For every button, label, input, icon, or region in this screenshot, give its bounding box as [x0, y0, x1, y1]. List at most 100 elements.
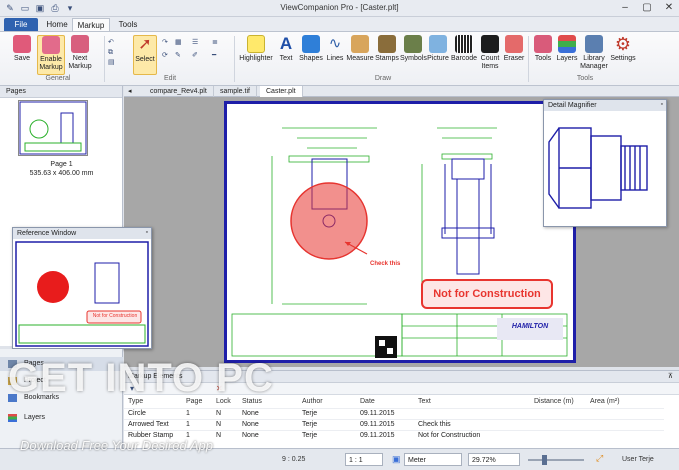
doc-tab[interactable]: sample.tif [214, 86, 257, 97]
table-cell: Terje [302, 421, 318, 428]
arrange-icon[interactable]: ≣ [212, 38, 234, 47]
doc-tab-active[interactable]: Caster.plt [260, 86, 303, 97]
text-button[interactable]: A Text [274, 35, 298, 75]
tools-button[interactable]: Tools [532, 35, 554, 75]
library-manager-button[interactable]: Library Manager [580, 35, 608, 75]
enable-markup-icon [42, 36, 60, 54]
reference-window[interactable]: Reference Window ▫ Not for Construction [12, 227, 152, 349]
reference-window-title: Reference Window [13, 228, 151, 239]
zoom-select[interactable]: 29.72% [468, 453, 520, 466]
doc-tab[interactable]: compare_Rev4.plt [144, 86, 214, 97]
close-icon[interactable]: ▫ [661, 101, 663, 108]
column-header[interactable]: Text [418, 397, 532, 407]
minimize-icon[interactable]: – [619, 1, 631, 14]
watermark-subtitle: Download Free Your Desired App [20, 438, 213, 453]
line-style-icon[interactable]: ☰ [192, 38, 214, 47]
next-markup-label-1: Next [72, 55, 88, 62]
next-markup-icon [71, 35, 89, 53]
highlighter-label: Highlighter [239, 55, 273, 62]
table-cell: Terje [302, 432, 318, 439]
close-icon[interactable]: ✕ [663, 1, 675, 14]
stamp-icon [378, 35, 396, 53]
text-icon: A [279, 34, 293, 53]
layers-button[interactable]: Layers [555, 35, 579, 75]
table-row[interactable]: Circle 1 N None Terje 09.11.2015 [124, 408, 664, 419]
highlighter-button[interactable]: Highlighter [238, 35, 274, 75]
settings-button[interactable]: ⚙ Settings [609, 35, 637, 75]
drawing-sheet[interactable]: Check this Not for Construction HAMILTON [224, 101, 576, 363]
shapes-icon [302, 35, 320, 53]
detail-magnifier-title: Detail Magnifier [544, 100, 666, 111]
tab-scroll-icon[interactable]: ◂ [128, 86, 132, 97]
table-row[interactable]: Arrowed Text 1 N None Terje 09.11.2015 Check t… [124, 419, 664, 430]
tab-markup[interactable]: Markup [72, 18, 110, 31]
next-markup-button[interactable]: Next Markup [66, 35, 94, 75]
page-thumbnail[interactable] [18, 100, 88, 156]
shapes-button[interactable]: Shapes [298, 35, 324, 75]
page-label: Page 1 [50, 161, 73, 168]
undo-icon[interactable]: ↶ [108, 38, 130, 47]
table-cell: Arrowed Text [128, 421, 169, 428]
column-header[interactable]: Area (m²) [590, 397, 650, 407]
save-markup-icon [13, 35, 31, 53]
gear-icon: ⚙ [614, 34, 632, 54]
tab-file[interactable]: File [4, 18, 38, 31]
select-button[interactable]: ➚ Select [133, 35, 157, 75]
title-bar: ✎ ▭ ▣ ⎙ ▾ ViewCompanion Pro - [Caster.pl… [0, 0, 679, 17]
count-items-button[interactable]: Count Items [478, 35, 502, 75]
pin-icon[interactable]: ⊼ [668, 372, 673, 380]
lines-label: Lines [326, 55, 344, 62]
line-width-icon[interactable]: ━ [212, 51, 234, 60]
stamp-text: Not for Construction [433, 288, 541, 300]
detail-magnifier-window[interactable]: Detail Magnifier ▫ [543, 99, 667, 227]
group-separator [104, 36, 105, 82]
nav-layers-label: Layers [24, 414, 46, 421]
measure-button[interactable]: Measure [346, 35, 374, 75]
group-edit-label: Edit [163, 75, 177, 82]
zoom-slider[interactable] [528, 459, 584, 461]
table-cell: 09.11.2015 [360, 432, 395, 439]
fit-page-icon[interactable]: ⤢ [596, 453, 603, 464]
table-cell: 09.11.2015 [360, 421, 395, 428]
picture-label: Picture [427, 55, 449, 62]
picture-button[interactable]: Picture [426, 35, 450, 75]
symbols-icon [404, 35, 422, 53]
tab-tools[interactable]: Tools [113, 18, 143, 31]
brush-icon[interactable]: ✐ [192, 51, 214, 60]
document-tab-bar: ◂ compare_Rev4.plt sample.tif Caster.plt [124, 86, 679, 97]
page-size-label: 535.63 x 406.00 mm [29, 170, 94, 177]
close-icon[interactable]: ▫ [146, 229, 148, 236]
symbols-button[interactable]: Symbols [400, 35, 427, 75]
column-header[interactable]: Distance (m) [534, 397, 588, 407]
zoom-slider-thumb[interactable] [542, 455, 547, 465]
enable-markup-button[interactable]: Enable Markup [37, 35, 65, 75]
eraser-label: Eraser [503, 55, 525, 62]
stamps-button[interactable]: Stamps [374, 35, 400, 75]
markup-arrowed-text[interactable]: Check this [370, 261, 400, 267]
stamps-label: Stamps [375, 55, 399, 62]
maximize-icon[interactable]: ▢ [641, 1, 653, 14]
eraser-button[interactable]: Eraser [502, 35, 526, 75]
reference-preview [15, 241, 149, 347]
nav-layers[interactable]: Layers [0, 411, 123, 425]
tab-home[interactable]: Home [42, 18, 72, 31]
next-markup-label-2: Markup [68, 63, 92, 70]
measure-label: Measure [346, 55, 374, 62]
save-button[interactable]: Save [8, 35, 36, 75]
column-header[interactable]: Date [360, 397, 416, 407]
text-label: Text [279, 55, 293, 62]
table-cell: N [216, 421, 222, 428]
lines-button[interactable]: ∿ Lines [324, 35, 346, 75]
barcode-button[interactable]: Barcode [450, 35, 478, 75]
table-cell: None [242, 410, 259, 417]
paste-icon[interactable]: ▤ [108, 58, 130, 67]
lines-icon: ∿ [328, 35, 342, 52]
column-header[interactable]: Author [302, 397, 358, 407]
layers-label: Layers [556, 55, 578, 62]
scale-select[interactable]: 1 : 1 [345, 453, 383, 466]
highlighter-icon [247, 35, 265, 53]
unit-select[interactable]: Meter [404, 453, 462, 466]
picture-icon [429, 35, 447, 53]
copy-icon[interactable]: ⧉ [108, 48, 130, 57]
cursor-coordinates: 9 : 0.25 [282, 456, 306, 463]
